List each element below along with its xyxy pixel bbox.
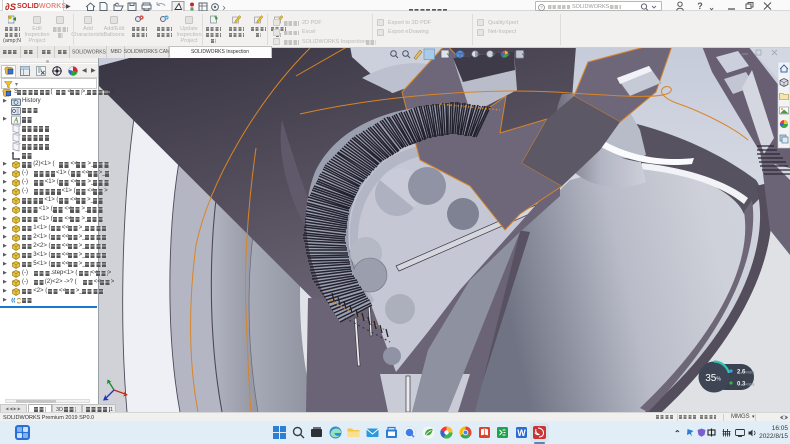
svg-text:?: ? [540, 5, 543, 10]
svg-text:?: ? [697, 1, 703, 11]
svg-text:W: W [517, 428, 526, 438]
